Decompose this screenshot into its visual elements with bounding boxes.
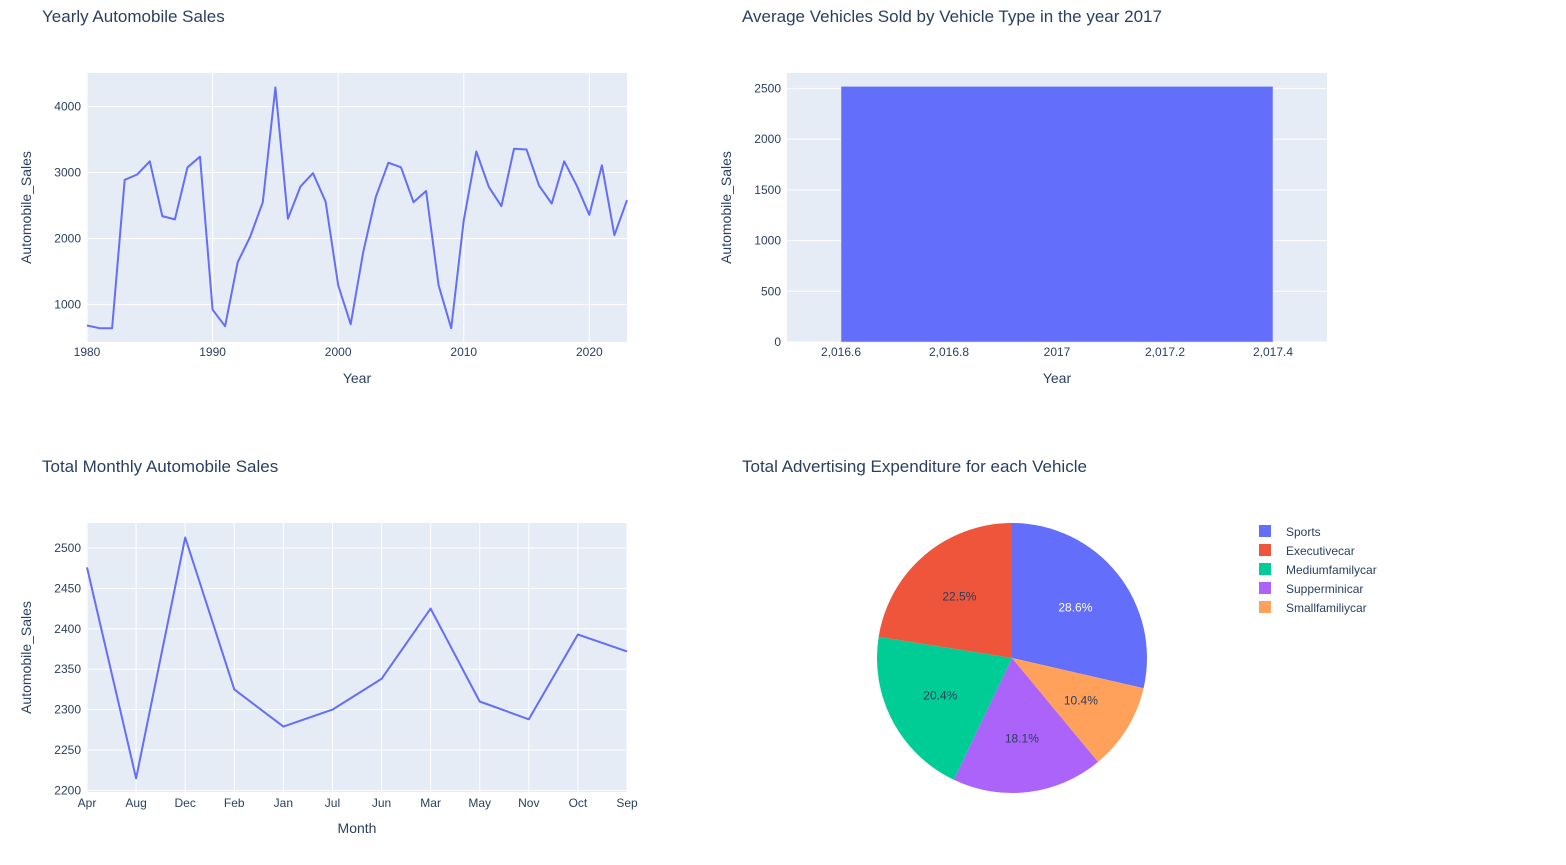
x-tick-label: 2,017.2 bbox=[1145, 345, 1185, 359]
chart-title: Average Vehicles Sold by Vehicle Type in… bbox=[742, 7, 1162, 26]
legend-swatch bbox=[1259, 601, 1271, 613]
plot-background bbox=[87, 73, 627, 342]
average-vehicles-plot: 0 500 1000 1500 2000 2500 Year Automobile_Sales… bbox=[718, 73, 1327, 386]
legend-label: Executivecar bbox=[1286, 544, 1355, 558]
slice-label: 22.5% bbox=[942, 589, 976, 603]
y-tick-label: 3000 bbox=[54, 166, 81, 180]
monthly-sales-chart: Total Monthly Automobile Sales 2200 2250 2… bbox=[0, 450, 783, 860]
x-tick-label: 2000 bbox=[325, 345, 352, 359]
y-axis-title: Automobile_Sales bbox=[18, 151, 34, 264]
slice-label: 18.1% bbox=[1005, 731, 1039, 745]
x-tick-label: 2,016.8 bbox=[929, 345, 969, 359]
x-tick-label: Feb bbox=[224, 796, 245, 810]
x-axis-title: Month bbox=[338, 820, 377, 836]
x-tick-label: 2,017.4 bbox=[1253, 345, 1293, 359]
y-tick-label: 2000 bbox=[54, 231, 81, 245]
legend-swatch bbox=[1259, 582, 1271, 594]
chart-title: Total Advertising Expenditure for each V… bbox=[742, 457, 1087, 476]
x-tick-label: Oct bbox=[569, 796, 588, 810]
x-tick-label: Sep bbox=[616, 796, 638, 810]
slice-label: 20.4% bbox=[923, 689, 957, 703]
y-tick-label: 1500 bbox=[754, 183, 781, 197]
x-tick-label: Nov bbox=[518, 796, 539, 810]
y-tick-label: 2000 bbox=[754, 132, 781, 146]
x-tick-label: Jan bbox=[274, 796, 293, 810]
y-tick-label: 2400 bbox=[54, 622, 81, 636]
legend-label: Sports bbox=[1286, 525, 1321, 539]
y-tick-label: 500 bbox=[761, 284, 781, 298]
y-tick-label: 2250 bbox=[54, 743, 81, 757]
x-tick-label: Dec bbox=[175, 796, 196, 810]
x-tick-label: 2010 bbox=[450, 345, 477, 359]
chart-title: Yearly Automobile Sales bbox=[42, 7, 225, 26]
legend-label: Smallfamiliycar bbox=[1286, 601, 1367, 615]
x-tick-label: 1980 bbox=[74, 345, 101, 359]
yearly-sales-plot: 1000 2000 3000 4000 Year Automobile_Sales 1980… bbox=[18, 73, 628, 386]
x-tick-label: Jul bbox=[325, 796, 340, 810]
x-tick-label: May bbox=[468, 796, 491, 810]
chart-title: Total Monthly Automobile Sales bbox=[42, 457, 279, 476]
slice-label: 10.4% bbox=[1064, 694, 1098, 708]
x-axis-title: Year bbox=[1043, 370, 1072, 386]
plot-background bbox=[87, 523, 627, 792]
y-axis-title: Automobile_Sales bbox=[718, 151, 734, 264]
x-tick-label: Jun bbox=[372, 796, 391, 810]
x-tick-label: 2,016.6 bbox=[821, 345, 861, 359]
y-tick-label: 2500 bbox=[754, 81, 781, 95]
y-tick-label: 2300 bbox=[54, 703, 81, 717]
bar bbox=[840, 86, 1274, 343]
y-tick-label: 1000 bbox=[54, 297, 81, 311]
legend-swatch bbox=[1259, 563, 1271, 575]
x-tick-label: Aug bbox=[125, 796, 146, 810]
legend-label: Supperminicar bbox=[1286, 582, 1363, 596]
advertising-expenditure-plot: 28.6% 10.4% 18.1% 20.4% 22.5% Sports Executive… bbox=[876, 523, 1377, 794]
x-tick-label: Apr bbox=[78, 796, 97, 810]
y-tick-label: 2500 bbox=[54, 541, 81, 555]
advertising-expenditure-chart: Total Advertising Expenditure for each V… bbox=[700, 450, 1566, 860]
legend-label: Mediumfamilycar bbox=[1286, 563, 1377, 577]
legend-swatch bbox=[1259, 525, 1271, 537]
x-tick-label: 2017 bbox=[1044, 345, 1071, 359]
x-tick-label: Mar bbox=[420, 796, 441, 810]
x-tick-label: 2020 bbox=[576, 345, 603, 359]
legend-swatch bbox=[1259, 544, 1271, 556]
x-tick-label: 1990 bbox=[199, 345, 226, 359]
y-tick-label: 2450 bbox=[54, 581, 81, 595]
y-tick-label: 2350 bbox=[54, 662, 81, 676]
y-tick-label: 0 bbox=[774, 335, 781, 349]
average-vehicles-chart: Average Vehicles Sold by Vehicle Type in… bbox=[700, 0, 1566, 430]
yearly-sales-chart: Yearly Automobile Sales 1000 2000 3000 4000… bbox=[0, 0, 783, 430]
monthly-sales-plot: 2200225023002350240024502500MonthAutomob… bbox=[18, 523, 638, 836]
y-axis-title: Automobile_Sales bbox=[18, 601, 34, 714]
y-tick-label: 4000 bbox=[54, 100, 81, 114]
x-axis-title: Year bbox=[343, 370, 372, 386]
y-tick-label: 1000 bbox=[754, 234, 781, 248]
slice-label: 28.6% bbox=[1058, 601, 1092, 615]
